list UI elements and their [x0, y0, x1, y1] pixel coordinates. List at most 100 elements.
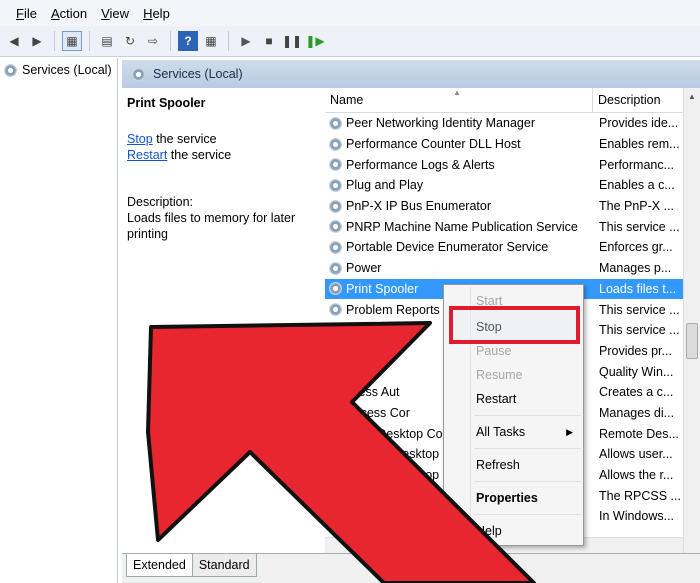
back-icon[interactable]: ◀ — [4, 31, 24, 51]
service-description-label: Description: — [127, 195, 193, 209]
gear-icon — [329, 303, 342, 317]
submenu-arrow-icon: ▶ — [566, 426, 573, 437]
gear-icon — [329, 365, 342, 379]
gear-icon — [329, 282, 342, 296]
menu-help[interactable]: Help — [136, 6, 177, 21]
table-row[interactable]: PNRP Machine Name Publication Service Thi… — [325, 216, 683, 237]
service-detail-panel: Print Spooler Stop the service Restart t… — [122, 88, 322, 553]
menu-item-all-tasks[interactable]: All Tasks ▶ — [444, 420, 583, 444]
service-name: Peer Networking Identity Manager — [346, 116, 535, 131]
stop-service-link[interactable]: Stop — [127, 132, 153, 146]
service-description-cell: Remote Des... — [599, 426, 679, 441]
service-description-cell: Enables rem... — [599, 137, 680, 152]
scroll-thumb[interactable] — [686, 323, 698, 359]
pause-service-icon[interactable]: ❚❚ — [282, 31, 302, 51]
service-description-cell: Enables a c... — [599, 178, 675, 193]
console-tree: Services (Local) — [0, 58, 118, 583]
properties-icon[interactable]: ▤ — [97, 31, 117, 51]
gear-icon — [329, 178, 342, 192]
toolbar-divider — [89, 31, 90, 51]
service-description-cell: The PnP-X ... — [599, 199, 675, 214]
stop-service-icon[interactable]: ■ — [259, 31, 279, 51]
tab-extended[interactable]: Extended — [126, 554, 193, 577]
table-row[interactable]: Performance Counter DLL Host Enables rem.… — [325, 134, 683, 155]
service-name: Plug and Play — [346, 178, 424, 193]
restart-line: Restart the service — [127, 148, 232, 162]
service-description-cell: Creates a c... — [599, 385, 674, 400]
table-row[interactable]: PnP-X IP Bus Enumerator The PnP-X ... — [325, 196, 683, 217]
menu-file[interactable]: File — [9, 6, 44, 21]
menu-view[interactable]: View — [94, 6, 136, 21]
restart-service-icon[interactable]: ❚▶ — [305, 31, 325, 51]
forward-icon[interactable]: ▶ — [27, 31, 47, 51]
gear-icon — [329, 489, 342, 503]
services-header: Services (Local) — [122, 60, 700, 88]
restart-service-link[interactable]: Restart — [127, 148, 167, 162]
service-description-cell: Enforces gr... — [599, 240, 673, 255]
service-description-cell: Manages p... — [599, 261, 672, 276]
toolbar-divider — [228, 31, 229, 51]
tree-item-services-local[interactable]: Services (Local) — [0, 58, 117, 82]
gear-icon — [329, 199, 342, 213]
service-name: mote Desktop Co — [346, 426, 443, 441]
service-description-cell: This service ... — [599, 219, 680, 234]
refresh-icon[interactable]: ↻ — [120, 31, 140, 51]
service-name-cell: Power — [325, 261, 593, 275]
service-name: Remote Desktop Se — [346, 447, 458, 462]
scroll-up-icon[interactable]: ▲ — [684, 88, 700, 105]
vertical-scrollbar[interactable]: ▲ — [683, 88, 700, 553]
gear-icon — [329, 344, 342, 358]
service-name-cell: Performance Logs & Alerts — [325, 158, 593, 172]
service-name: Portable Device Enumerator Service — [346, 240, 549, 255]
menu-item-properties[interactable]: Properties — [444, 486, 583, 510]
menu-separator — [474, 481, 581, 482]
menu-separator — [474, 415, 581, 416]
gear-icon — [329, 447, 342, 461]
column-header-description[interactable]: Description — [593, 88, 683, 112]
table-row[interactable]: Power Manages p... — [325, 258, 683, 279]
tab-standard[interactable]: Standard — [191, 554, 257, 577]
service-name-cell: Plug and Play — [325, 178, 593, 192]
service-name: Remote Desktop Se — [346, 468, 458, 483]
show-hide-console-tree-icon[interactable]: ▦ — [62, 31, 82, 51]
toolbar-divider — [170, 31, 171, 51]
service-description-cell: Allows user... — [599, 447, 673, 462]
service-description-cell: Allows the r... — [599, 468, 674, 483]
view-tabs: Extended Standard — [122, 553, 700, 583]
export-list-icon[interactable]: ⇨ — [143, 31, 163, 51]
sort-ascending-icon: ▲ — [453, 88, 461, 97]
service-name: ccess Aut — [346, 385, 400, 400]
gear-icon — [329, 468, 342, 482]
service-name-cell: PnP-X IP Bus Enumerator — [325, 199, 593, 213]
service-description-text: Loads files to memory for later printing — [127, 211, 296, 241]
tree-item-label: Services (Local) — [22, 63, 112, 77]
gear-icon — [329, 406, 342, 420]
menu-item-refresh[interactable]: Refresh — [444, 453, 583, 477]
menu-item-resume[interactable]: Resume — [444, 363, 583, 387]
service-description-cell: Provides pr... — [599, 343, 672, 358]
stop-highlight-box — [449, 306, 580, 344]
service-name: Power — [346, 261, 382, 276]
gear-icon — [329, 509, 342, 523]
menu-item-help[interactable]: Help — [444, 519, 583, 543]
service-description-cell: In Windows... — [599, 509, 675, 524]
table-row[interactable]: Peer Networking Identity Manager Provides… — [325, 113, 683, 134]
service-title: Print Spooler — [127, 96, 206, 110]
help-icon[interactable]: ? — [178, 31, 198, 51]
table-row[interactable]: Portable Device Enumerator Service Enforc… — [325, 237, 683, 258]
action-pane-icon[interactable]: ▦ — [201, 31, 221, 51]
service-name-cell: PNRP Machine Name Publication Service — [325, 220, 593, 234]
table-row[interactable]: Plug and Play Enables a c... — [325, 175, 683, 196]
menu-item-restart[interactable]: Restart — [444, 387, 583, 411]
stop-line: Stop the service — [127, 132, 217, 146]
menu-separator — [474, 448, 581, 449]
gear-icon — [329, 240, 342, 254]
gear-icon — [329, 137, 342, 151]
table-row[interactable]: Performance Logs & Alerts Performanc... — [325, 154, 683, 175]
service-name: PNRP Machine Name Publication Service — [346, 219, 578, 234]
start-service-icon[interactable]: ▶ — [236, 31, 256, 51]
menu-action[interactable]: Action — [44, 6, 94, 21]
column-header-name[interactable]: ▲ Name — [325, 88, 593, 112]
gear-icon — [329, 116, 342, 130]
gear-icon — [329, 427, 342, 441]
